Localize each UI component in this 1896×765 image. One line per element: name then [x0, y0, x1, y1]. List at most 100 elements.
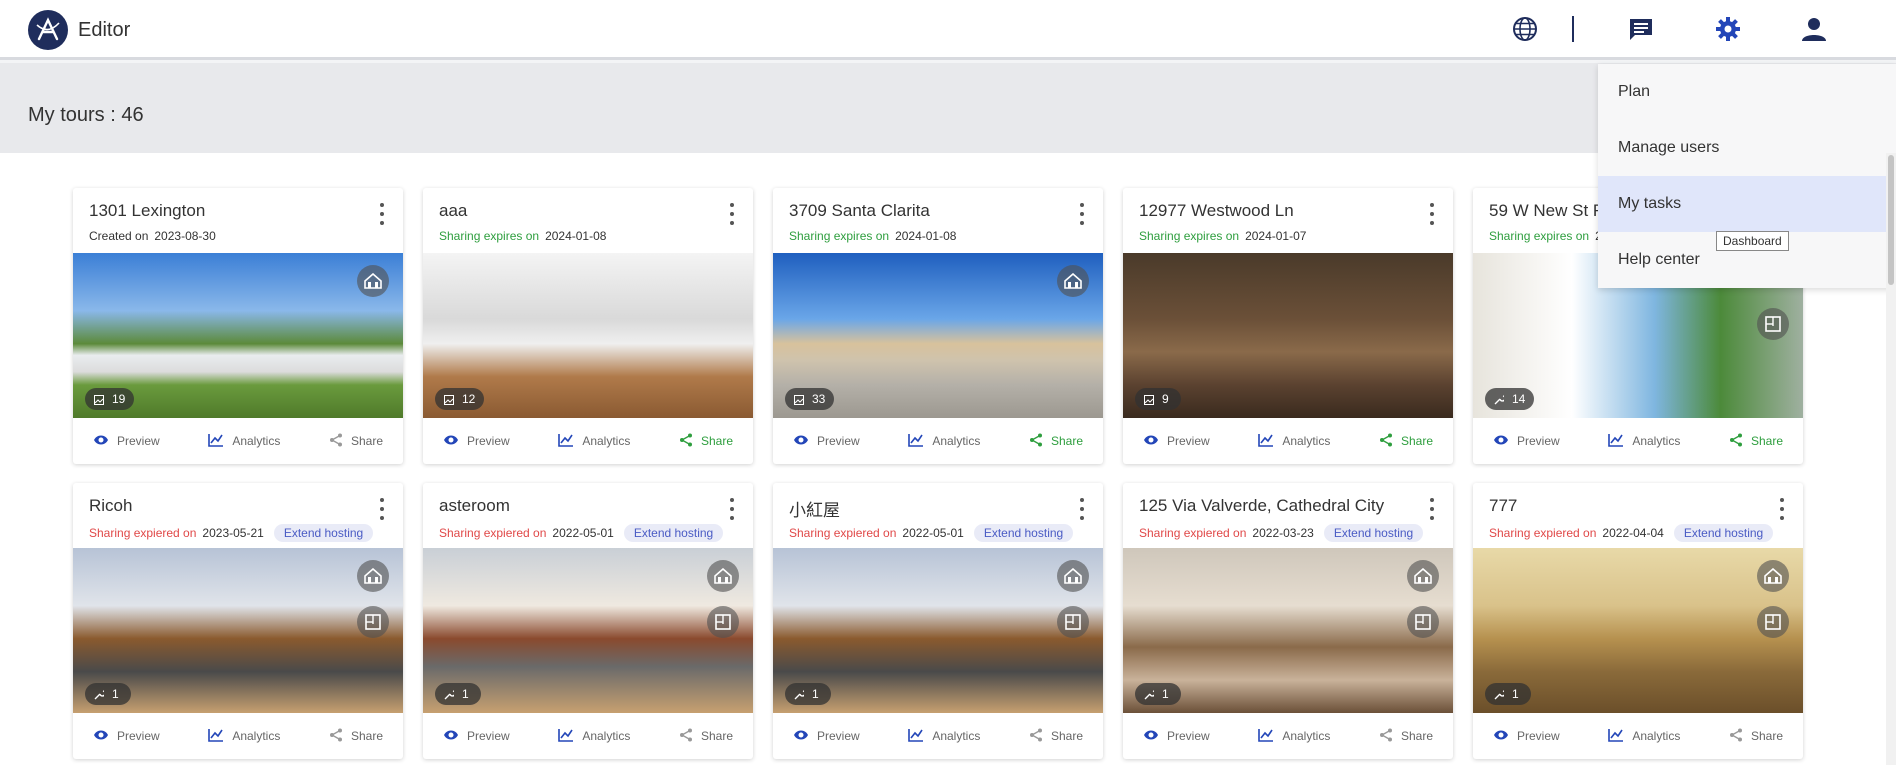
analytics-button[interactable]: Analytics: [1258, 728, 1330, 745]
tour-thumbnail[interactable]: 33: [773, 253, 1103, 418]
tour-thumbnail[interactable]: 12: [423, 253, 753, 418]
analytics-button[interactable]: Analytics: [1608, 728, 1680, 745]
share-button[interactable]: Share: [329, 728, 383, 745]
preview-button[interactable]: Preview: [93, 729, 160, 744]
share-button[interactable]: Share: [1379, 728, 1433, 745]
more-options-icon[interactable]: [725, 495, 739, 523]
analytics-button[interactable]: Analytics: [208, 433, 280, 450]
globe-icon[interactable]: [1511, 15, 1539, 43]
floorplan-icon[interactable]: [1757, 606, 1789, 638]
scrollbar-thumb[interactable]: [1888, 155, 1894, 285]
extend-hosting-button[interactable]: Extend hosting: [623, 524, 724, 542]
tour-thumbnail[interactable]: 1: [1123, 548, 1453, 713]
status-date: 2022-05-01: [902, 526, 964, 540]
card-actions: Preview Analytics Share: [423, 713, 753, 759]
preview-button[interactable]: Preview: [793, 434, 860, 449]
tour-title[interactable]: Ricoh: [89, 496, 132, 516]
share-button[interactable]: Share: [679, 433, 733, 450]
tour-card[interactable]: 小紅屋 Sharing expiered on 2022-05-01 Exten…: [773, 483, 1103, 759]
home-icon[interactable]: [1057, 265, 1089, 297]
more-options-icon[interactable]: [1425, 495, 1439, 523]
chat-icon[interactable]: [1627, 15, 1655, 43]
tour-title[interactable]: aaa: [439, 201, 467, 221]
floorplan-icon[interactable]: [1057, 606, 1089, 638]
extend-hosting-button[interactable]: Extend hosting: [1323, 524, 1424, 542]
more-options-icon[interactable]: [1075, 495, 1089, 523]
menu-item-my-tasks[interactable]: My tasks: [1598, 176, 1896, 232]
more-options-icon[interactable]: [375, 495, 389, 523]
share-button[interactable]: Share: [1029, 728, 1083, 745]
tour-thumbnail[interactable]: 1: [773, 548, 1103, 713]
floorplan-icon[interactable]: [357, 606, 389, 638]
preview-button[interactable]: Preview: [793, 729, 860, 744]
card-actions: Preview Analytics Share: [773, 713, 1103, 759]
extend-hosting-button[interactable]: Extend hosting: [273, 524, 374, 542]
analytics-button[interactable]: Analytics: [1608, 433, 1680, 450]
tour-title[interactable]: 777: [1489, 496, 1517, 516]
share-button[interactable]: Share: [679, 728, 733, 745]
tour-card[interactable]: aaa Sharing expires on 2024-01-08 12 Pre…: [423, 188, 753, 464]
scene-count-badge: 1: [85, 683, 131, 705]
tour-card[interactable]: asteroom Sharing expiered on 2022-05-01 …: [423, 483, 753, 759]
floorplan-icon[interactable]: [1407, 606, 1439, 638]
tour-title[interactable]: 125 Via Valverde, Cathedral City: [1139, 496, 1384, 516]
gear-icon[interactable]: [1714, 15, 1742, 43]
preview-button[interactable]: Preview: [443, 434, 510, 449]
preview-button[interactable]: Preview: [93, 434, 160, 449]
tour-card[interactable]: Ricoh Sharing expiered on 2023-05-21 Ext…: [73, 483, 403, 759]
preview-button[interactable]: Preview: [1143, 729, 1210, 744]
tour-title[interactable]: 12977 Westwood Ln: [1139, 201, 1294, 221]
preview-button[interactable]: Preview: [443, 729, 510, 744]
preview-button[interactable]: Preview: [1493, 729, 1560, 744]
menu-item-manage-users[interactable]: Manage users: [1598, 120, 1896, 176]
tour-thumbnail[interactable]: 1: [73, 548, 403, 713]
more-options-icon[interactable]: [375, 200, 389, 228]
tour-thumbnail[interactable]: 1: [1473, 548, 1803, 713]
menu-item-plan[interactable]: Plan: [1598, 64, 1896, 120]
more-options-icon[interactable]: [1425, 200, 1439, 228]
analytics-button[interactable]: Analytics: [908, 433, 980, 450]
tour-thumbnail[interactable]: 19: [73, 253, 403, 418]
share-button[interactable]: Share: [1379, 433, 1433, 450]
user-icon[interactable]: [1800, 15, 1828, 43]
home-icon[interactable]: [707, 560, 739, 592]
analytics-button[interactable]: Analytics: [208, 728, 280, 745]
home-icon[interactable]: [1407, 560, 1439, 592]
tour-title[interactable]: 3709 Santa Clarita: [789, 201, 930, 221]
share-label: Share: [1400, 434, 1433, 448]
extend-hosting-button[interactable]: Extend hosting: [1673, 524, 1774, 542]
more-options-icon[interactable]: [1075, 200, 1089, 228]
tour-title[interactable]: asteroom: [439, 496, 510, 516]
app-logo[interactable]: [28, 10, 68, 50]
more-options-icon[interactable]: [1775, 495, 1789, 523]
status-label: Created on: [89, 229, 149, 243]
tour-card[interactable]: 12977 Westwood Ln Sharing expires on 202…: [1123, 188, 1453, 464]
preview-button[interactable]: Preview: [1493, 434, 1560, 449]
floorplan-icon[interactable]: [1757, 308, 1789, 340]
tour-thumbnail[interactable]: 9: [1123, 253, 1453, 418]
more-options-icon[interactable]: [725, 200, 739, 228]
share-button[interactable]: Share: [1729, 433, 1783, 450]
extend-hosting-button[interactable]: Extend hosting: [973, 524, 1074, 542]
tour-thumbnail[interactable]: 1: [423, 548, 753, 713]
analytics-button[interactable]: Analytics: [908, 728, 980, 745]
tour-card[interactable]: 777 Sharing expiered on 2022-04-04 Exten…: [1473, 483, 1803, 759]
home-icon[interactable]: [1757, 560, 1789, 592]
analytics-button[interactable]: Analytics: [1258, 433, 1330, 450]
analytics-button[interactable]: Analytics: [558, 433, 630, 450]
home-icon[interactable]: [1057, 560, 1089, 592]
share-button[interactable]: Share: [1029, 433, 1083, 450]
preview-button[interactable]: Preview: [1143, 434, 1210, 449]
tour-card[interactable]: 125 Via Valverde, Cathedral City Sharing…: [1123, 483, 1453, 759]
home-icon[interactable]: [357, 560, 389, 592]
home-icon[interactable]: [357, 265, 389, 297]
share-button[interactable]: Share: [1729, 728, 1783, 745]
tour-title[interactable]: 1301 Lexington: [89, 201, 205, 221]
tour-title[interactable]: 小紅屋: [789, 496, 840, 521]
analytics-button[interactable]: Analytics: [558, 728, 630, 745]
tour-title[interactable]: 59 W New St Ro: [1489, 201, 1615, 221]
share-button[interactable]: Share: [329, 433, 383, 450]
floorplan-icon[interactable]: [707, 606, 739, 638]
tour-card[interactable]: 1301 Lexington Created on 2023-08-30 19 …: [73, 188, 403, 464]
tour-card[interactable]: 3709 Santa Clarita Sharing expires on 20…: [773, 188, 1103, 464]
